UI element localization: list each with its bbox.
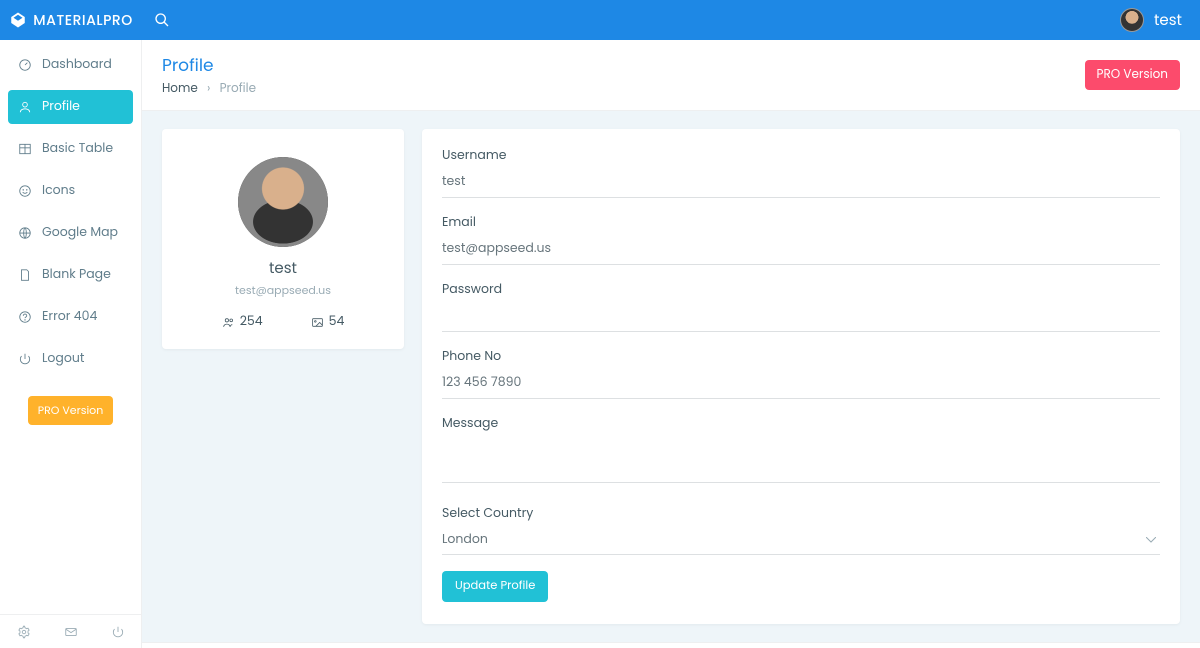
page-title: Profile [162,52,256,78]
sidebar-item-label: Blank Page [42,266,111,284]
breadcrumb-current: Profile [220,80,256,97]
message-label: Message [442,415,1160,433]
sidebar-item-error-404[interactable]: Error 404 [8,300,133,334]
sidebar-item-label: Dashboard [42,56,112,74]
country-label: Select Country [442,505,1160,523]
pro-version-button[interactable]: PRO Version [1085,60,1181,90]
footer: © WrapPixel - coded by AppSeed. [142,642,1200,648]
sidebar-item-label: Logout [42,350,84,368]
email-input[interactable] [442,234,1160,265]
password-input[interactable] [442,301,1160,332]
profile-avatar [238,157,328,247]
help-icon [18,310,32,324]
password-label: Password [442,281,1160,299]
sidebar-item-label: Basic Table [42,140,113,158]
settings-icon[interactable] [17,625,31,639]
file-icon [18,268,32,282]
profile-email: test@appseed.us [172,282,394,299]
sidebar-item-label: Google Map [42,224,118,242]
sidebar-pro-button[interactable]: PRO Version [28,396,114,425]
phone-label: Phone No [442,348,1160,366]
gauge-icon [18,58,32,72]
image-icon [311,316,324,329]
topbar-username[interactable]: test [1154,9,1182,32]
email-label: Email [442,214,1160,232]
search-icon[interactable] [154,12,170,28]
sidebar-item-logout[interactable]: Logout [8,342,133,376]
page-header: Profile Home › Profile PRO Version [142,40,1200,111]
username-label: Username [442,147,1160,165]
followers-stat: 254 [222,313,263,331]
power-icon[interactable] [111,625,125,639]
topbar: MATERIALPRO test [0,0,1200,40]
sidebar-item-label: Profile [42,98,80,116]
update-profile-button[interactable]: Update Profile [442,571,548,602]
sidebar: Dashboard Profile Basic Table Icons Goog… [0,40,142,648]
brand-logo[interactable]: MATERIALPRO [0,10,142,31]
chevron-right-icon: › [207,80,210,97]
table-icon [18,142,32,156]
sidebar-item-blank-page[interactable]: Blank Page [8,258,133,292]
main-content: Profile Home › Profile PRO Version test … [142,40,1200,648]
sidebar-item-dashboard[interactable]: Dashboard [8,48,133,82]
breadcrumb-home[interactable]: Home [162,80,198,97]
sidebar-item-label: Error 404 [42,308,97,326]
profile-form: Username Email Password Phone No Message [422,129,1180,624]
phone-input[interactable] [442,368,1160,399]
avatar[interactable] [1120,8,1144,32]
profile-name: test [172,257,394,280]
brand-icon [9,11,27,29]
power-icon [18,352,32,366]
profile-card: test test@appseed.us 254 54 [162,129,404,349]
sidebar-item-label: Icons [42,182,75,200]
country-select[interactable]: London [442,525,1160,555]
globe-icon [18,226,32,240]
username-input[interactable] [442,167,1160,198]
user-icon [18,100,32,114]
sidebar-footer [0,614,141,648]
smile-icon [18,184,32,198]
message-input[interactable] [442,435,1160,483]
sidebar-item-profile[interactable]: Profile [8,90,133,124]
sidebar-item-icons[interactable]: Icons [8,174,133,208]
mail-icon[interactable] [64,625,78,639]
brand-text: MATERIALPRO [33,10,133,31]
photos-stat: 54 [311,313,345,331]
sidebar-item-google-map[interactable]: Google Map [8,216,133,250]
breadcrumb: Home › Profile [162,80,256,98]
users-icon [222,316,235,329]
sidebar-item-basic-table[interactable]: Basic Table [8,132,133,166]
